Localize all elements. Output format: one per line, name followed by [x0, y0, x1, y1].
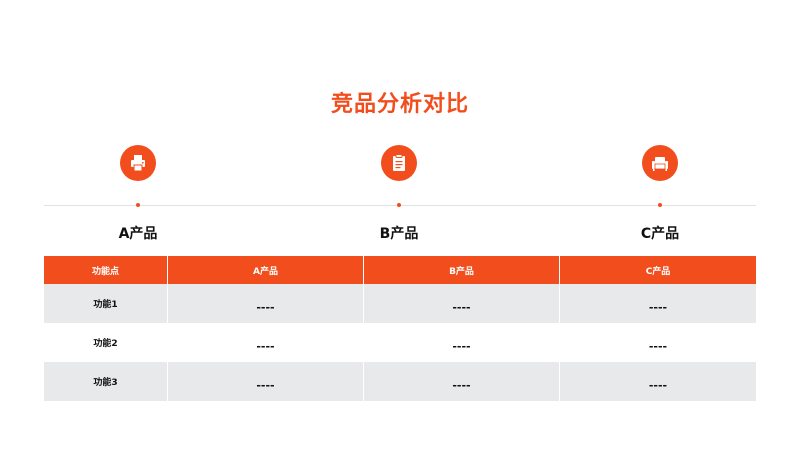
- value-cell: ----: [167, 323, 363, 362]
- value-cell: ----: [559, 362, 756, 401]
- clipboard-icon: [381, 145, 417, 181]
- comparison-table: 功能点 A产品 B产品 C产品 功能1 ---- ---- ---- 功能2 -…: [44, 256, 756, 401]
- feature-cell: 功能2: [93, 339, 118, 349]
- value-cell: ----: [167, 284, 363, 323]
- timeline-dot: [397, 203, 401, 207]
- value-cell: ----: [363, 323, 559, 362]
- sofa-icon: [642, 145, 678, 181]
- table-header-cell: A产品: [167, 256, 363, 284]
- table-row: 功能3 ---- ---- ----: [44, 362, 756, 401]
- feature-cell: 功能1: [93, 300, 118, 310]
- product-a-label: A产品: [118, 226, 158, 242]
- value-cell: ----: [559, 284, 756, 323]
- printer-icon: [120, 145, 156, 181]
- product-a-column: A产品: [78, 0, 198, 250]
- feature-cell: 功能3: [93, 378, 118, 388]
- product-c-label: C产品: [640, 226, 680, 242]
- product-b-column: B产品: [339, 0, 459, 250]
- table-header-cell: B产品: [363, 256, 559, 284]
- table-header-cell: 功能点: [91, 266, 119, 277]
- value-cell: ----: [363, 362, 559, 401]
- value-cell: ----: [559, 323, 756, 362]
- product-b-label: B产品: [379, 226, 419, 242]
- value-cell: ----: [363, 284, 559, 323]
- timeline-dot: [136, 203, 140, 207]
- table-header-cell: C产品: [559, 256, 756, 284]
- product-c-column: C产品: [600, 0, 720, 250]
- table-row: 功能1 ---- ---- ----: [44, 284, 756, 323]
- table-header-row: 功能点 A产品 B产品 C产品: [44, 256, 756, 284]
- timeline-dot: [658, 203, 662, 207]
- table-row: 功能2 ---- ---- ----: [44, 323, 756, 362]
- value-cell: ----: [167, 362, 363, 401]
